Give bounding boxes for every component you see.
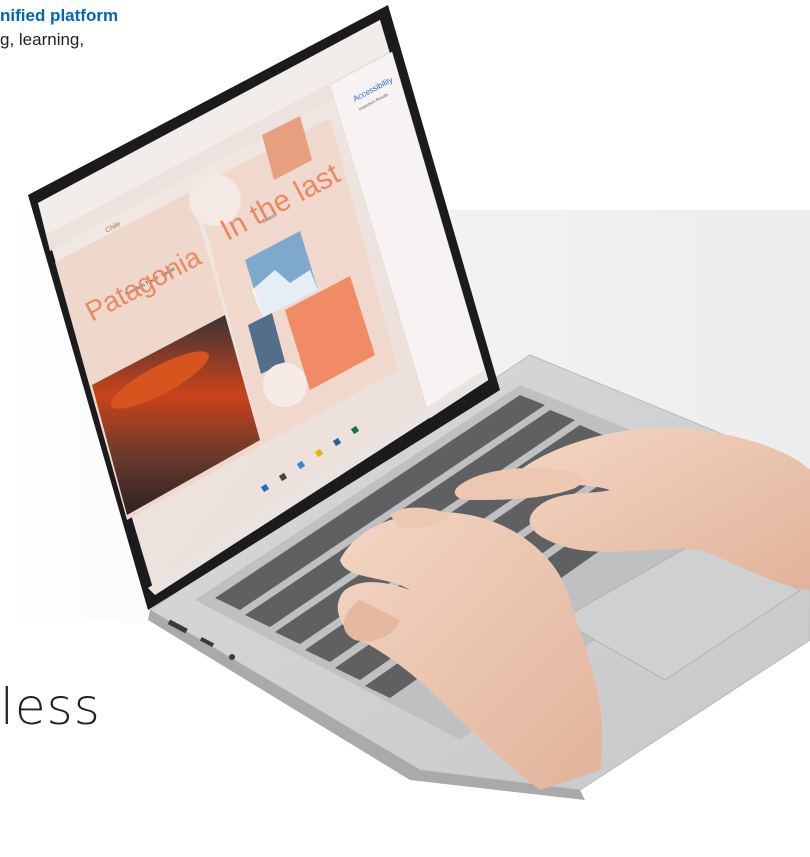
big-word: less [0, 678, 101, 736]
headline-fragment: nified platform [0, 6, 119, 25]
subline-fragment: g, learning, [0, 30, 85, 49]
laptop-hero-image: Pencils in Travel · Saved Search Patagon… [0, 0, 810, 857]
